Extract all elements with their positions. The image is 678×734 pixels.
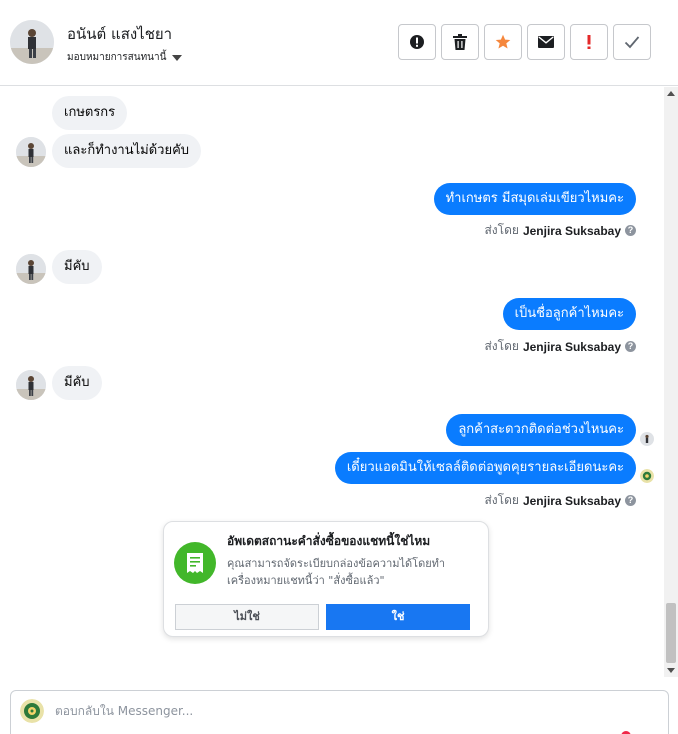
page-avatar [20, 699, 44, 723]
star-icon [495, 34, 511, 49]
help-icon[interactable]: ? [625, 225, 636, 236]
scroll-down-arrow-icon[interactable] [667, 668, 675, 673]
messages-scrollbar[interactable] [664, 87, 678, 677]
prompt-no-button[interactable]: ไม่ใช่ [175, 604, 319, 630]
order-status-prompt: อัพเดตสถานะคำสั่งซื้อของแชทนี้ใช่ไหม คุณ… [163, 521, 489, 637]
conversation-header: อนันต์ แสงไชยา มอบหมายการสนทนานี้ [0, 0, 678, 86]
outgoing-message: เดี๋ยวแอดมินให้เซลล์ติดต่อพูดคุยรายละเอี… [334, 452, 636, 484]
scrollbar-thumb[interactable] [666, 603, 676, 663]
sent-by-name: Jenjira Suksabay [522, 339, 621, 354]
order-receipt-icon [174, 542, 216, 584]
outgoing-message: ทำเกษตร มีสมุดเล่มเขียวไหมคะ [433, 183, 636, 215]
incoming-message: และก็ทำงานไม่ด้วยคับ [52, 134, 202, 168]
sent-by-label: ส่งโดย Jenjira Suksabay ? [484, 337, 636, 356]
checkmark-icon [624, 36, 640, 49]
contact-avatar-small [16, 137, 46, 167]
envelope-icon [538, 36, 554, 48]
sent-by-label: ส่งโดย Jenjira Suksabay ? [484, 221, 636, 240]
help-icon[interactable]: ? [625, 495, 636, 506]
sent-by-label: ส่งโดย Jenjira Suksabay ? [484, 491, 636, 510]
incoming-message: เกษตรกร [52, 96, 128, 130]
reply-composer [10, 690, 669, 734]
assign-conversation-dropdown[interactable]: มอบหมายการสนทนานี้ [67, 50, 183, 65]
follow-up-button[interactable] [570, 24, 608, 60]
prompt-title: อัพเดตสถานะคำสั่งซื้อของแชทนี้ใช่ไหม [227, 534, 431, 548]
assign-label: มอบหมายการสนทนานี้ [67, 52, 167, 63]
caret-down-icon [172, 54, 183, 61]
outgoing-message: เป็นชื่อลูกค้าไหมคะ [502, 298, 636, 330]
prompt-body: คุณสามารถจัดระเบียบกล่องข้อความได้โดยทำเ… [227, 557, 446, 587]
mark-unread-button[interactable] [527, 24, 565, 60]
outgoing-message: ลูกค้าสะดวกติดต่อช่วงไหนคะ [446, 414, 636, 446]
read-receipt-avatar [640, 469, 654, 483]
contact-avatar[interactable] [10, 20, 54, 64]
exclamation-circle-icon [410, 35, 424, 49]
sent-by-prefix: ส่งโดย [484, 339, 519, 353]
contact-name: อนันต์ แสงไชยา [67, 25, 173, 43]
contact-avatar-small [16, 370, 46, 400]
exclamation-mark-icon [587, 35, 591, 49]
sent-by-prefix: ส่งโดย [484, 223, 519, 237]
sent-by-name: Jenjira Suksabay [522, 223, 621, 238]
mark-done-button[interactable] [613, 24, 651, 60]
sent-by-name: Jenjira Suksabay [522, 493, 621, 508]
incoming-message: มีคับ [52, 250, 102, 284]
help-icon[interactable]: ? [625, 341, 636, 352]
prompt-yes-button[interactable]: ใช่ [326, 604, 470, 630]
trash-icon [453, 34, 467, 50]
delete-button[interactable] [441, 24, 479, 60]
reply-input[interactable] [55, 704, 615, 718]
incoming-message: มีคับ [52, 366, 102, 400]
contact-avatar-small [16, 254, 46, 284]
conversation-toolbar [398, 24, 651, 60]
star-button[interactable] [484, 24, 522, 60]
read-receipt-avatar [640, 432, 654, 446]
spam-report-button[interactable] [398, 24, 436, 60]
scroll-up-arrow-icon[interactable] [667, 91, 675, 96]
sent-by-prefix: ส่งโดย [484, 493, 519, 507]
